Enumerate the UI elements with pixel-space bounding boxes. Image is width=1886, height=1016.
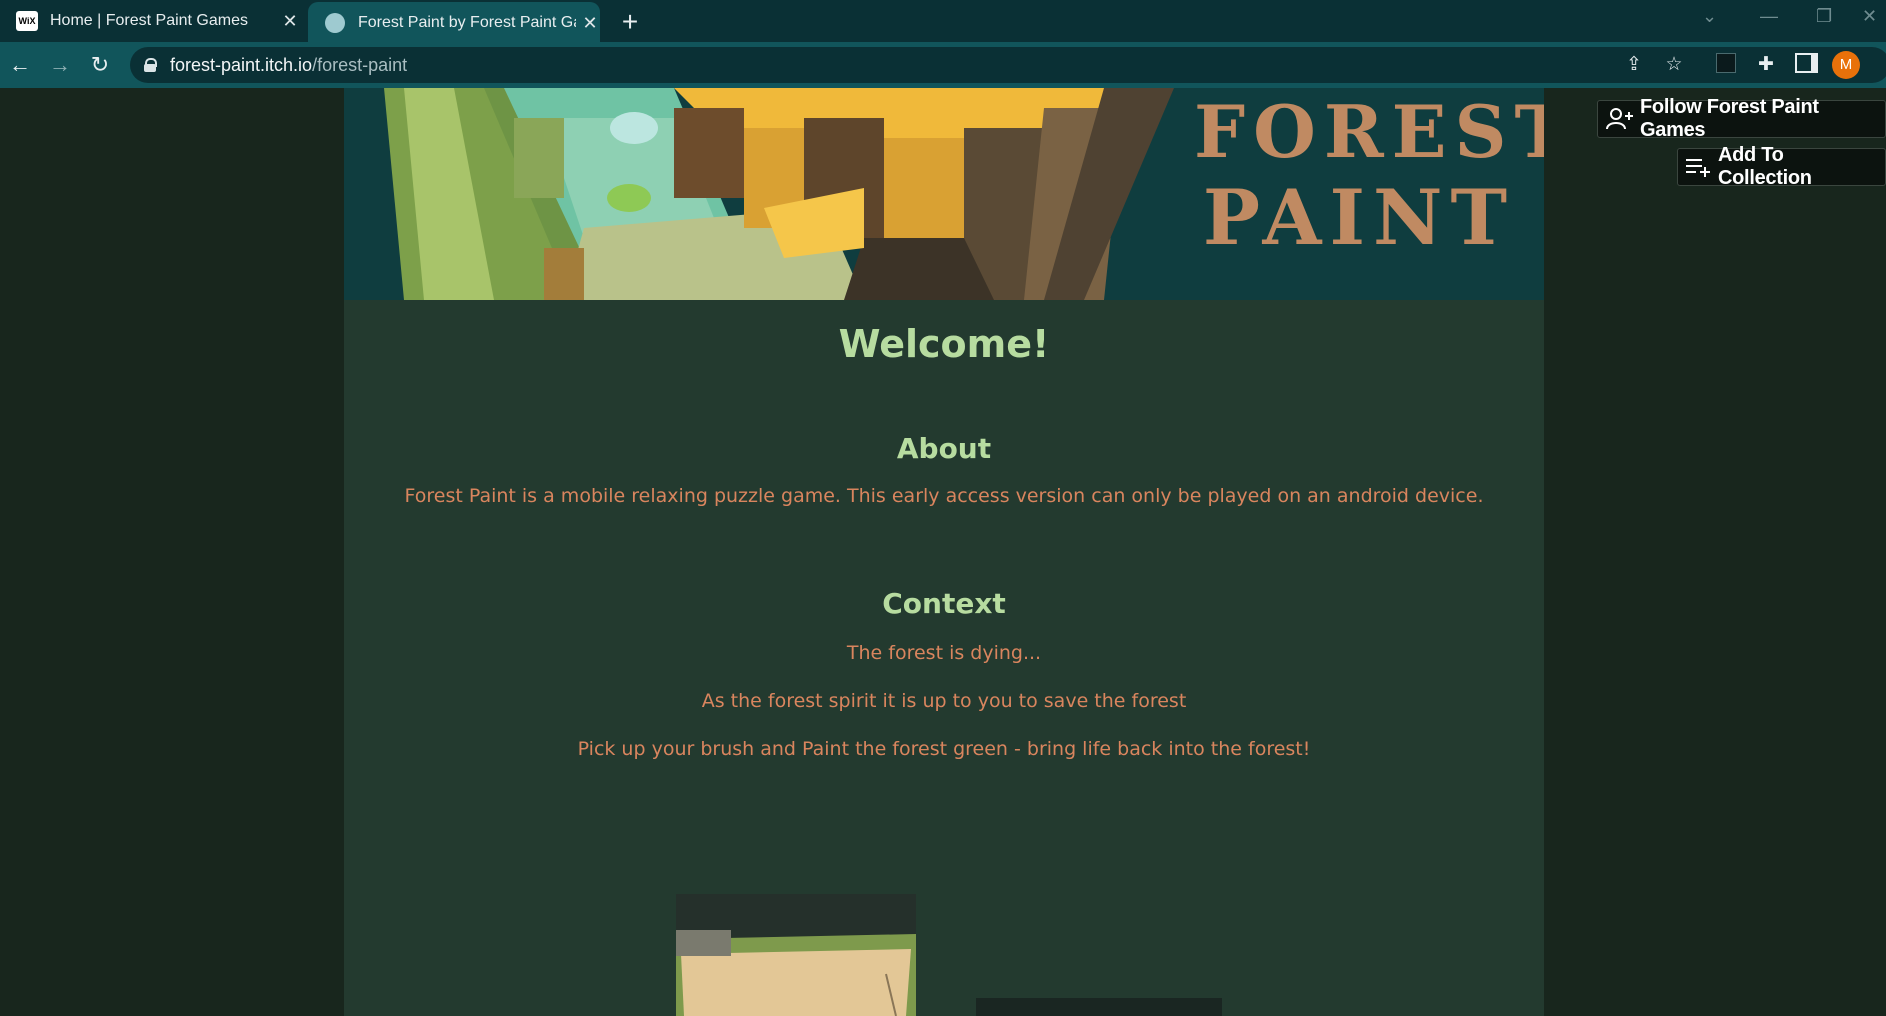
wix-icon: WiX — [16, 11, 38, 31]
tab-forest-paint-active[interactable]: Forest Paint by Forest Paint Games ✕ — [308, 2, 600, 44]
tab-title: Home | Forest Paint Games — [50, 12, 248, 29]
share-icon[interactable]: ⇪ — [1622, 53, 1646, 77]
about-text: Forest Paint is a mobile relaxing puzzle… — [404, 485, 1484, 507]
screenshot-thumbnail[interactable] — [976, 998, 1222, 1016]
bookmark-star-icon[interactable]: ☆ — [1662, 53, 1686, 77]
extensions-puzzle-icon[interactable]: ✚ — [1754, 53, 1778, 77]
close-icon[interactable]: ✕ — [280, 11, 300, 32]
lock-icon — [144, 58, 157, 72]
browser-tab-bar: WiX Home | Forest Paint Games ✕ Forest P… — [0, 0, 1886, 44]
back-icon[interactable]: ← — [6, 51, 34, 79]
browser-toolbar: ← → ↻ forest-paint.itch.io/forest-paint … — [0, 42, 1886, 88]
tab-title: Forest Paint by Forest Paint Games — [358, 14, 576, 31]
add-to-collection-button[interactable]: Add To Collection — [1677, 144, 1886, 189]
context-line-1: The forest is dying... — [846, 642, 1042, 664]
url-host: forest-paint.itch.io — [170, 54, 313, 75]
restore-icon[interactable]: ❐ — [1816, 6, 1832, 27]
welcome-heading: Welcome! — [838, 322, 1050, 366]
tab-search-icon[interactable]: ⌄ — [1702, 6, 1717, 27]
forward-icon[interactable]: → — [46, 51, 74, 79]
logo-line-paint: PAINT — [1202, 173, 1516, 262]
user-plus-icon — [1606, 107, 1634, 131]
url-path: /forest-paint — [312, 54, 408, 75]
context-heading: Context — [882, 587, 1006, 620]
screenshot-thumbnail[interactable] — [676, 894, 916, 1016]
new-tab-icon[interactable]: + — [615, 6, 645, 38]
follow-button[interactable]: Follow Forest Paint Games — [1597, 96, 1886, 141]
close-window-icon[interactable]: ✕ — [1862, 6, 1877, 27]
banner-illustration — [344, 88, 1194, 300]
forest-paint-logo: FOREST PAINT — [1194, 89, 1544, 262]
context-line-2: As the forest spirit it is up to you to … — [701, 690, 1187, 712]
profile-avatar[interactable]: M — [1832, 51, 1860, 79]
reload-icon[interactable]: ↻ — [86, 51, 114, 79]
tab-home-forest-paint-games[interactable]: WiX Home | Forest Paint Games ✕ — [0, 0, 300, 42]
about-heading: About — [896, 432, 992, 465]
close-icon[interactable]: ✕ — [580, 13, 600, 34]
follow-label: Follow Forest Paint Games — [1640, 96, 1819, 141]
playlist-add-icon — [1684, 155, 1712, 179]
forest-paint-icon — [324, 12, 346, 34]
minimize-icon[interactable]: — — [1760, 6, 1778, 27]
extension-dark-icon[interactable] — [1714, 53, 1738, 77]
collection-label: Add To Collection — [1718, 144, 1812, 189]
game-banner: FOREST PAINT — [344, 88, 1544, 300]
context-line-3: Pick up your brush and Paint the forest … — [577, 738, 1311, 760]
game-page: FOREST PAINT Welcome! About Forest Paint… — [344, 88, 1544, 1016]
logo-line-forest: FOREST — [1194, 89, 1544, 174]
side-panel-icon[interactable] — [1794, 53, 1818, 77]
